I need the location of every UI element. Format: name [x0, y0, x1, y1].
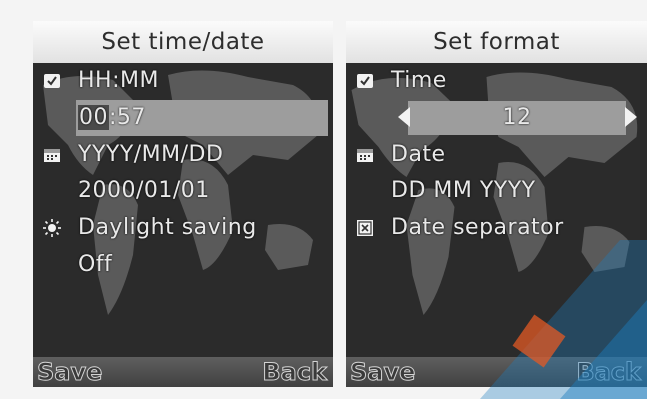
time-value-row[interactable]: 00:57: [33, 100, 333, 136]
date-format-label: YYYY/MM/DD: [78, 142, 224, 167]
daylight-value-row[interactable]: Off: [33, 247, 333, 283]
time-hour-cursor[interactable]: 00: [78, 105, 109, 130]
date-format-row[interactable]: YYYY/MM/DD: [33, 137, 333, 173]
time-value: 00:57: [78, 100, 146, 136]
date-label: Date: [391, 142, 446, 167]
date-value-row[interactable]: 2000/01/01: [33, 173, 333, 209]
calendar-icon: [44, 149, 60, 162]
time-format-row[interactable]: HH:MM: [33, 63, 333, 99]
time-format-label: HH:MM: [78, 68, 159, 93]
daylight-value: Off: [78, 252, 113, 277]
back-softkey[interactable]: Back: [576, 357, 642, 387]
date-value-row[interactable]: DD MM YYYY: [346, 173, 647, 209]
clock-icon: [44, 74, 60, 88]
save-softkey[interactable]: Save: [349, 357, 415, 387]
date-value: DD MM YYYY: [391, 178, 536, 203]
calendar-icon: [357, 149, 373, 162]
date-separator-label: Date separator: [391, 215, 564, 240]
time-value: 12: [502, 105, 532, 130]
date-format-row[interactable]: Date: [346, 137, 647, 173]
set-format-screen: Set format Time 12 Date DD MM YYYY Date …: [346, 21, 647, 387]
right-arrow-icon[interactable]: [625, 107, 637, 127]
date-value: 2000/01/01: [78, 178, 210, 203]
screen-title: Set time/date: [33, 21, 333, 63]
date-separator-row[interactable]: Date separator: [346, 210, 647, 246]
set-time-date-screen: Set time/date HH:MM 00:57 YYYY/MM/DD 200…: [33, 21, 333, 387]
time-value-row[interactable]: 12: [408, 100, 626, 136]
daylight-saving-label: Daylight saving: [78, 215, 257, 240]
back-softkey[interactable]: Back: [262, 357, 328, 387]
separator-icon: [357, 220, 373, 236]
time-label: Time: [391, 68, 447, 93]
softkey-bar: Save Back: [346, 357, 647, 387]
screen-title: Set format: [346, 21, 647, 63]
softkey-bar: Save Back: [33, 357, 333, 387]
clock-icon: [357, 74, 373, 88]
daylight-saving-row[interactable]: Daylight saving: [33, 210, 333, 246]
time-minutes: :57: [109, 105, 146, 130]
save-softkey[interactable]: Save: [36, 357, 102, 387]
time-format-row[interactable]: Time: [346, 63, 647, 99]
sun-icon: [43, 219, 61, 237]
